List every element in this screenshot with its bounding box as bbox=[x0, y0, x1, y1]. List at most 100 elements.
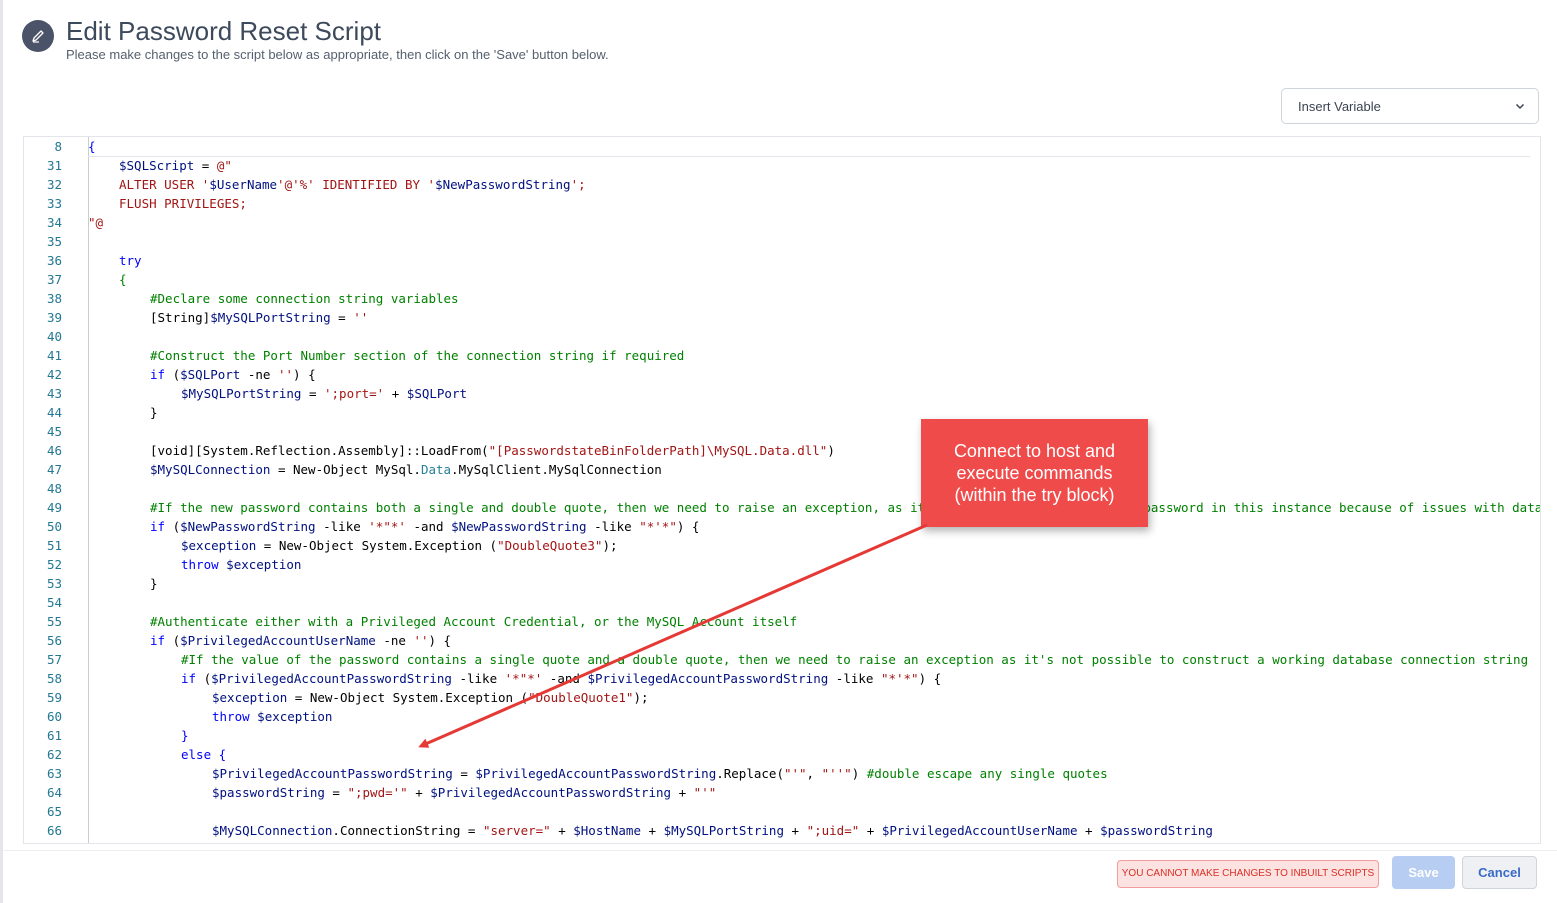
code-token: throw bbox=[212, 709, 250, 724]
insert-variable-dropdown[interactable]: Insert Variable bbox=[1281, 88, 1539, 124]
code-token: = bbox=[452, 766, 476, 781]
code-token: $MySQLConnection bbox=[212, 823, 333, 838]
code-token: -ne bbox=[375, 633, 414, 648]
code-line[interactable]: 63 $PrivilegedAccountPasswordString = $Pr… bbox=[24, 764, 1540, 783]
code-token: #double escape any single quotes bbox=[866, 766, 1108, 781]
code-token: $NewPasswordString bbox=[435, 177, 571, 192]
code-line[interactable]: 59 $exception = New-Object System.Excepti… bbox=[24, 688, 1540, 707]
code-token: ";uid=" bbox=[806, 823, 860, 838]
line-number: 57 bbox=[46, 652, 62, 667]
code-text: #If the new password contains both a sin… bbox=[88, 498, 1540, 517]
code-token: $HostName bbox=[573, 823, 641, 838]
code-line[interactable]: 53} bbox=[24, 574, 1540, 593]
code-line[interactable]: 43 $MySQLPortString = ';port=' + $SQLPort bbox=[24, 384, 1540, 403]
code-token: $exception bbox=[257, 709, 333, 724]
code-token: + bbox=[783, 823, 807, 838]
code-token: = New-Object MySql. bbox=[270, 462, 421, 477]
code-text: $MySQLConnection = New-Object MySql.Data… bbox=[88, 460, 662, 479]
code-line[interactable]: 55 #Authenticate either with a Privileged… bbox=[24, 612, 1540, 631]
code-token: -like bbox=[828, 671, 881, 686]
code-token: $PrivilegedAccountPasswordString bbox=[211, 671, 452, 686]
code-line[interactable]: 62 else { bbox=[24, 745, 1540, 764]
code-token: throw bbox=[181, 557, 219, 572]
code-line[interactable]: 41 #Construct the Port Number section of … bbox=[24, 346, 1540, 365]
code-line[interactable]: 56 if ($PrivilegedAccountUserName -ne '')… bbox=[24, 631, 1540, 650]
code-line[interactable]: 58 if ($PrivilegedAccountPasswordString -… bbox=[24, 669, 1540, 688]
code-token: { bbox=[88, 139, 96, 154]
code-line[interactable]: 65 bbox=[24, 802, 1540, 821]
code-line[interactable]: 51 $exception = New-Object System.Excepti… bbox=[24, 536, 1540, 555]
code-line[interactable]: 35 bbox=[24, 232, 1540, 251]
code-line[interactable]: 37 { bbox=[24, 270, 1540, 289]
code-line[interactable]: 52 throw $exception bbox=[24, 555, 1540, 574]
code-token: + bbox=[671, 785, 694, 800]
code-line[interactable]: 8{ bbox=[24, 137, 1540, 156]
code-token: "*'*" bbox=[880, 671, 919, 686]
line-number: 47 bbox=[46, 462, 62, 477]
line-number: 43 bbox=[46, 386, 62, 401]
code-token: ); bbox=[633, 690, 649, 705]
code-token: "@ bbox=[88, 215, 104, 230]
code-text: $MySQLConnection.ConnectionString = "ser… bbox=[88, 821, 1213, 840]
code-text: #Construct the Port Number section of th… bbox=[88, 346, 684, 365]
code-token: $passwordString bbox=[1100, 823, 1213, 838]
code-line[interactable]: 49 #If the new password contains both a s… bbox=[24, 498, 1540, 517]
code-token: -like bbox=[315, 519, 369, 534]
code-token: '' bbox=[277, 367, 294, 382]
code-token: $PrivilegedAccountPasswordString bbox=[475, 766, 717, 781]
code-text: $exception = New-Object System.Exception… bbox=[88, 688, 649, 707]
code-line[interactable]: 36 try bbox=[24, 251, 1540, 270]
code-token: ) { bbox=[918, 671, 942, 686]
code-line[interactable]: 54 bbox=[24, 593, 1540, 612]
code-token: + bbox=[384, 386, 407, 401]
line-number: 42 bbox=[46, 367, 62, 382]
line-number: 41 bbox=[46, 348, 62, 363]
code-line[interactable]: 40 bbox=[24, 327, 1540, 346]
code-line[interactable]: 48 bbox=[24, 479, 1540, 498]
save-button[interactable]: Save bbox=[1392, 856, 1455, 889]
code-token: "DoubleQuote1" bbox=[528, 690, 634, 705]
code-token: .ConnectionString = bbox=[332, 823, 483, 838]
line-number: 31 bbox=[46, 158, 62, 173]
code-line[interactable]: 45 bbox=[24, 422, 1540, 441]
code-text: if ($PrivilegedAccountPasswordString -li… bbox=[88, 669, 941, 688]
code-line[interactable]: 57 #If the value of the password contains… bbox=[24, 650, 1540, 669]
code-line[interactable]: 31 $SQLScript = @" bbox=[24, 156, 1540, 175]
code-line[interactable]: 34 "@ bbox=[24, 213, 1540, 232]
code-token: ";pwd='" bbox=[347, 785, 408, 800]
code-line[interactable]: 33 FLUSH PRIVILEGES; bbox=[24, 194, 1540, 213]
code-token: "server=" bbox=[482, 823, 551, 838]
code-token: -like bbox=[586, 519, 640, 534]
code-line[interactable]: 47 $MySQLConnection = New-Object MySql.Da… bbox=[24, 460, 1540, 479]
code-token: $SQLScript bbox=[119, 158, 195, 173]
code-line[interactable]: 39 [String]$MySQLPortString = '' bbox=[24, 308, 1540, 327]
code-token: ( bbox=[196, 671, 212, 686]
code-line[interactable]: 44} bbox=[24, 403, 1540, 422]
code-editor[interactable]: 8{ 31 $SQLScript = @" 32 ALTER USER '$UserNa… bbox=[23, 136, 1541, 844]
line-number: 35 bbox=[46, 234, 62, 249]
code-line[interactable]: 32 ALTER USER '$UserName'@'%' IDENTIFIED … bbox=[24, 175, 1540, 194]
code-text: "@ bbox=[88, 213, 103, 232]
code-line[interactable]: 61} bbox=[24, 726, 1540, 745]
code-token: if bbox=[150, 519, 166, 534]
code-token: + bbox=[407, 785, 431, 800]
code-line[interactable]: 66 $MySQLConnection.ConnectionString = "s… bbox=[24, 821, 1540, 840]
code-line[interactable]: 38 #Declare some connection string variab… bbox=[24, 289, 1540, 308]
line-number: 51 bbox=[46, 538, 62, 553]
line-number: 52 bbox=[46, 557, 62, 572]
cancel-button[interactable]: Cancel bbox=[1462, 856, 1537, 889]
code-text: throw $exception bbox=[88, 707, 332, 726]
code-line[interactable]: 50 if ($NewPasswordString -like '*"*' -an… bbox=[24, 517, 1540, 536]
code-line[interactable]: 64 $passwordString = ";pwd='" + $Privileg… bbox=[24, 783, 1540, 802]
code-token: if bbox=[181, 671, 197, 686]
line-number: 65 bbox=[46, 804, 62, 819]
page-subtitle: Please make changes to the script below … bbox=[66, 47, 609, 62]
line-number: 53 bbox=[46, 576, 62, 591]
code-token: '' bbox=[353, 310, 369, 325]
code-token: = bbox=[194, 158, 217, 173]
code-line[interactable]: 46 [void][System.Reflection.Assembly]::Lo… bbox=[24, 441, 1540, 460]
code-line[interactable]: 42 if ($SQLPort -ne '') { bbox=[24, 365, 1540, 384]
code-token: ALTER USER ' bbox=[119, 177, 210, 192]
code-text: $SQLScript = @" bbox=[88, 156, 232, 175]
code-line[interactable]: 60 throw $exception bbox=[24, 707, 1540, 726]
